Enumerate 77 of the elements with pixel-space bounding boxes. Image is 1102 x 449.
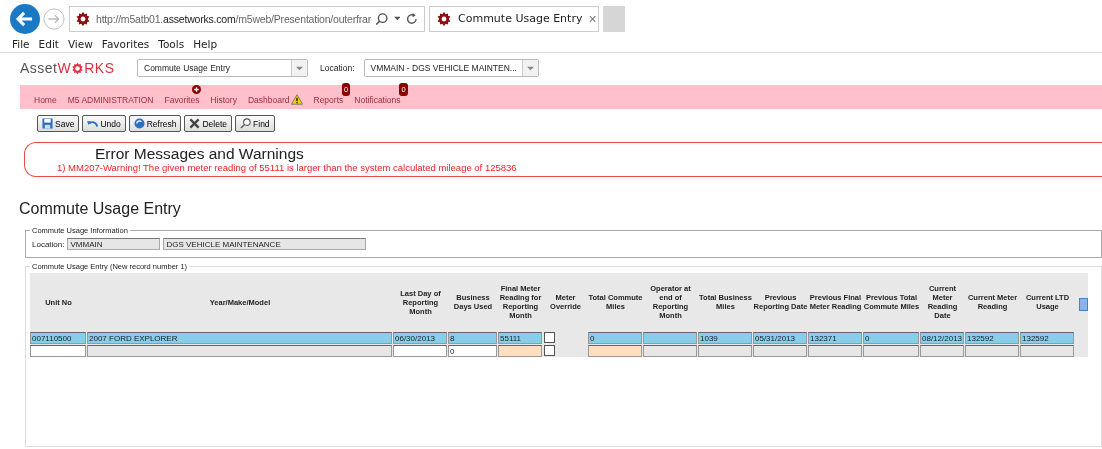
menu-item[interactable]: Edit <box>38 37 59 52</box>
error-message: 1) MM207-Warning! The given meter reading of 55111 is larger than the system calculated mileage of 125836 <box>57 162 518 174</box>
screen-dropdown[interactable]: Commute Usage Entry <box>137 59 308 77</box>
menu-item[interactable]: File <box>12 37 30 52</box>
nav-link[interactable]: Favorites <box>164 95 200 105</box>
table-cell[interactable]: 8 <box>448 331 497 344</box>
table-cell[interactable]: 1039 <box>698 331 752 344</box>
location-code-field[interactable]: VMMAIN <box>67 238 161 250</box>
browser-tab[interactable]: Commute Usage Entry × <box>429 5 599 32</box>
menu-item[interactable]: Tools <box>158 37 185 52</box>
address-bar[interactable]: http://m5atb01.assetworks.com/m5web/Presentation/outerfrar <box>69 5 425 32</box>
warning-icon <box>290 94 303 105</box>
toolbar-button[interactable]: Find <box>235 115 275 132</box>
nav-link[interactable]: M5 ADMINISTRATION <box>67 95 154 105</box>
gear-icon <box>436 10 452 27</box>
override-checkbox[interactable] <box>544 332 555 343</box>
nav-link[interactable]: History <box>210 95 237 105</box>
location-label: Location: <box>32 239 65 249</box>
table-cell[interactable] <box>863 344 919 357</box>
table-cell[interactable] <box>30 344 86 357</box>
table-cell[interactable]: 0 <box>448 344 497 357</box>
nav-link[interactable]: Home <box>34 95 57 105</box>
dropdown-icon[interactable] <box>393 15 401 22</box>
plus-icon <box>192 85 202 94</box>
error-title: Error Messages and Warnings <box>94 145 305 162</box>
table-cell[interactable] <box>643 331 697 344</box>
location-name-field[interactable]: DGS VEHICLE MAINTENANCE <box>163 238 367 250</box>
table-cell[interactable]: 05/31/2013 <box>753 331 807 344</box>
search-icon <box>240 118 252 129</box>
refresh-icon[interactable] <box>405 11 419 26</box>
table-cell[interactable] <box>1020 344 1074 357</box>
back-button[interactable] <box>10 3 40 34</box>
table-cell[interactable] <box>753 344 807 357</box>
table-cell[interactable]: 0 <box>863 331 919 344</box>
table-cell[interactable] <box>498 344 542 357</box>
menu-item[interactable]: View <box>67 37 93 52</box>
search-icon[interactable] <box>375 11 389 26</box>
table-cell[interactable] <box>808 344 862 357</box>
table-cell[interactable]: 55111 <box>498 331 542 344</box>
table-cell[interactable]: 2007 FORD EXPLORER <box>87 331 392 344</box>
table-cell[interactable]: 132371 <box>808 331 862 344</box>
toolbar-button[interactable]: Refresh <box>128 115 182 132</box>
close-tab-button[interactable]: × <box>588 10 597 27</box>
dropdown-icon <box>296 64 303 72</box>
table-cell[interactable]: 132592 <box>965 331 1019 344</box>
save-icon <box>42 118 53 129</box>
table-cell[interactable]: 007110500 <box>30 331 86 344</box>
table-cell[interactable] <box>698 344 752 357</box>
gear-icon <box>75 10 91 27</box>
dropdown-icon <box>526 64 534 72</box>
table-cell[interactable]: 0 <box>588 331 642 344</box>
toolbar-button[interactable]: Save <box>37 115 80 132</box>
toolbar-button[interactable]: Delete <box>184 115 233 132</box>
table-cell[interactable] <box>920 344 964 357</box>
nav-link[interactable]: Reports <box>313 95 344 105</box>
table-cell[interactable]: 132592 <box>1020 331 1074 344</box>
url-text: http://m5atb01.assetworks.com/m5web/Presentation/outerfrar <box>96 12 370 25</box>
nav-link[interactable]: Notifications <box>354 95 401 105</box>
location-label: Location: <box>320 63 355 73</box>
table-cell[interactable] <box>87 344 392 357</box>
table-cell[interactable] <box>393 344 447 357</box>
table-cell[interactable] <box>588 344 642 357</box>
override-checkbox[interactable] <box>544 345 555 356</box>
menu-item[interactable]: Help <box>193 37 218 52</box>
menu-item[interactable]: Favorites <box>101 37 150 52</box>
location-dropdown[interactable]: VMMAIN - DGS VEHICLE MAINTEN... <box>363 59 539 77</box>
page-title: Commute Usage Entry <box>19 199 182 219</box>
table-cell[interactable]: 06/30/2013 <box>393 331 447 344</box>
undo-icon <box>87 118 99 129</box>
x-icon <box>189 118 201 129</box>
nav-link[interactable]: Dashboard <box>247 95 290 105</box>
logo: AssetW RKS <box>20 60 116 76</box>
table-cell[interactable] <box>643 344 697 357</box>
toolbar-button[interactable]: Undo <box>82 115 126 132</box>
table-cell[interactable] <box>965 344 1019 357</box>
table-cell[interactable]: 08/12/2013 <box>920 331 964 344</box>
refresh-icon <box>133 118 145 129</box>
